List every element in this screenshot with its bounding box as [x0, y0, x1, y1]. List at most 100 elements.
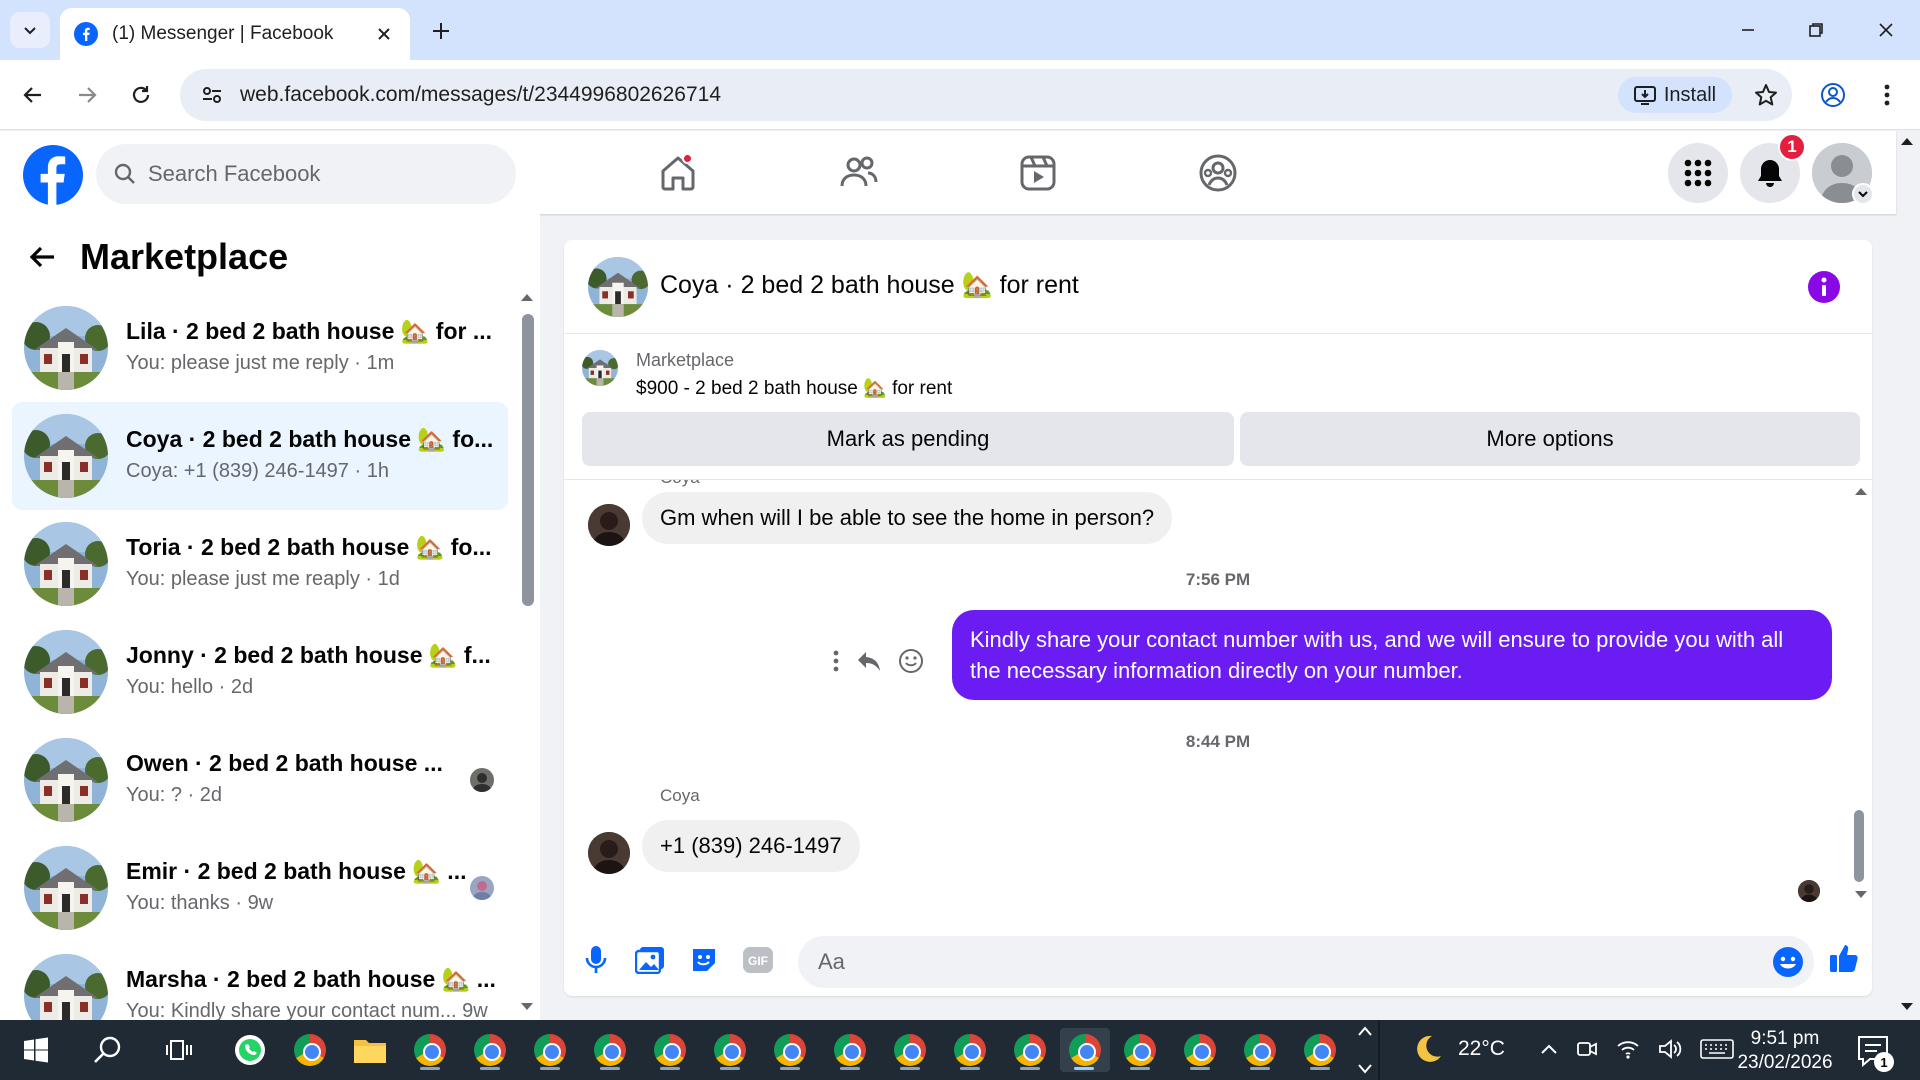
attach-photo-button[interactable]	[634, 944, 666, 976]
chevron-down-icon	[1358, 1064, 1372, 1074]
taskbar-whatsapp[interactable]	[226, 1028, 274, 1072]
new-tab-button[interactable]	[424, 14, 458, 48]
voice-clip-button[interactable]	[580, 944, 612, 976]
chat-title[interactable]: Coya · 2 bed 2 bath house 🏡 for rent	[660, 271, 1079, 300]
scroll-down-arrow-icon[interactable]	[1854, 890, 1868, 900]
incoming-message-bubble[interactable]: +1 (839) 246-1497	[642, 820, 860, 872]
conversation-item-active[interactable]: Coya · 2 bed 2 bath house 🏡 fo... Coya: …	[12, 402, 508, 510]
close-tab-icon[interactable]	[372, 22, 396, 46]
taskbar-scroll-buttons[interactable]	[1356, 1026, 1374, 1074]
keyboard-icon[interactable]	[1700, 1039, 1734, 1059]
wifi-icon[interactable]	[1616, 1038, 1640, 1060]
forward-button[interactable]	[68, 76, 106, 114]
react-emoji-icon[interactable]	[898, 648, 924, 674]
taskbar-chrome-profile-active[interactable]	[1060, 1028, 1110, 1072]
sender-name: Coya	[660, 786, 700, 805]
taskbar-file-explorer[interactable]	[346, 1028, 394, 1072]
chat-listing-thumbnail[interactable]	[588, 257, 648, 317]
install-app-button[interactable]: Install	[1618, 77, 1732, 113]
taskbar-chrome-profile[interactable]	[406, 1028, 454, 1072]
facebook-header: Search Facebook 1	[0, 131, 1896, 214]
outgoing-message-bubble[interactable]: Kindly share your contact number with us…	[952, 610, 1832, 700]
taskbar-chrome-profile[interactable]	[826, 1028, 874, 1072]
running-indicator	[540, 1067, 560, 1070]
reply-icon[interactable]	[856, 650, 882, 672]
facebook-logo-icon[interactable]	[23, 145, 83, 205]
scroll-up-arrow-icon[interactable]	[1854, 486, 1868, 496]
message-input[interactable]: Aa	[798, 936, 1814, 988]
minimize-button[interactable]	[1726, 12, 1770, 48]
address-bar[interactable]: web.facebook.com/messages/t/234499680262…	[180, 69, 1792, 121]
nav-friends[interactable]	[828, 147, 888, 199]
taskbar-chrome-profile[interactable]	[1116, 1028, 1164, 1072]
send-like-button[interactable]	[1826, 940, 1862, 976]
incoming-message-bubble[interactable]: Gm when will I be able to see the home i…	[642, 492, 1173, 544]
taskbar-chrome-profile[interactable]	[1296, 1028, 1344, 1072]
profile-account-icon[interactable]	[1814, 76, 1852, 114]
taskbar-chrome-profile[interactable]	[1006, 1028, 1054, 1072]
conversation-item[interactable]: Toria · 2 bed 2 bath house 🏡 fo... You: …	[12, 510, 508, 618]
conversation-item[interactable]: Emir · 2 bed 2 bath house 🏡 ... You: tha…	[12, 834, 508, 942]
back-button[interactable]	[14, 76, 52, 114]
taskbar-clock[interactable]: 9:51 pm 23/02/2026	[1730, 1027, 1840, 1075]
taskbar-chrome-profile[interactable]	[586, 1028, 634, 1072]
start-button[interactable]	[12, 1028, 60, 1072]
sender-avatar[interactable]	[588, 832, 630, 874]
taskbar-chrome-profile[interactable]	[766, 1028, 814, 1072]
reload-button[interactable]	[122, 76, 160, 114]
url-text[interactable]: web.facebook.com/messages/t/234499680262…	[240, 83, 1618, 107]
conversation-item[interactable]: Jonny · 2 bed 2 bath house 🏡 f... You: h…	[12, 618, 508, 726]
weather-widget[interactable]: 22°C	[1410, 1032, 1505, 1066]
facebook-search-input[interactable]: Search Facebook	[96, 144, 516, 204]
page-scroll-up-icon[interactable]	[1900, 136, 1914, 146]
browser-tab-messenger[interactable]: (1) Messenger | Facebook	[60, 8, 410, 60]
scroll-up-arrow-icon[interactable]	[520, 292, 534, 302]
nav-home[interactable]	[648, 147, 708, 199]
conversation-info-button[interactable]	[1808, 271, 1840, 303]
menu-grid-button[interactable]	[1668, 143, 1728, 203]
nav-groups[interactable]	[1188, 147, 1248, 199]
taskbar-chrome-profile[interactable]	[646, 1028, 694, 1072]
photo-icon	[635, 947, 664, 974]
more-vertical-icon[interactable]	[832, 650, 840, 672]
tab-search-button[interactable]	[10, 12, 50, 48]
listing-price-title[interactable]: $900 - 2 bed 2 bath house 🏡 for rent	[636, 376, 952, 400]
conversation-item[interactable]: Owen · 2 bed 2 bath house ... You: ? · 2…	[12, 726, 508, 834]
account-chevron-icon[interactable]	[1852, 183, 1874, 205]
taskbar-chrome-profile[interactable]	[526, 1028, 574, 1072]
site-info-icon[interactable]	[198, 81, 226, 109]
restore-button[interactable]	[1794, 12, 1838, 48]
chevron-up-icon[interactable]	[1540, 1043, 1558, 1055]
speaker-icon[interactable]	[1658, 1038, 1682, 1060]
taskbar-chrome-profile[interactable]	[946, 1028, 994, 1072]
sender-avatar[interactable]	[588, 504, 630, 546]
bookmark-star-icon[interactable]	[1746, 75, 1786, 115]
taskbar-search-button[interactable]	[84, 1028, 132, 1072]
conversation-list-scrollbar[interactable]	[522, 314, 534, 606]
bell-icon	[1758, 160, 1782, 187]
close-window-button[interactable]	[1864, 12, 1908, 48]
listing-thumbnail[interactable]	[582, 350, 618, 386]
scroll-down-arrow-icon[interactable]	[520, 1002, 534, 1012]
emoji-icon[interactable]	[1772, 946, 1804, 978]
meet-now-icon[interactable]	[1576, 1038, 1598, 1060]
gif-button[interactable]: GIF	[742, 944, 774, 976]
task-view-button[interactable]	[156, 1028, 204, 1072]
page-scroll-down-icon[interactable]	[1900, 1002, 1914, 1012]
arrow-left-icon[interactable]	[28, 242, 58, 272]
taskbar-chrome-profile[interactable]	[466, 1028, 514, 1072]
mark-as-pending-button[interactable]: Mark as pending	[582, 412, 1234, 466]
taskbar-chrome-profile[interactable]	[886, 1028, 934, 1072]
taskbar-chrome[interactable]	[286, 1028, 334, 1072]
taskbar-chrome-profile[interactable]	[1236, 1028, 1284, 1072]
sticker-button[interactable]	[688, 944, 720, 976]
listing-thumbnail	[24, 414, 108, 498]
browser-menu-icon[interactable]	[1868, 76, 1906, 114]
nav-video[interactable]	[1008, 147, 1068, 199]
conversation-item[interactable]: Lila · 2 bed 2 bath house 🏡 for ... You:…	[12, 294, 508, 402]
message-thread-scrollbar[interactable]	[1854, 810, 1864, 882]
taskbar-chrome-profile[interactable]	[1176, 1028, 1224, 1072]
chrome-icon	[474, 1034, 506, 1066]
more-options-button[interactable]: More options	[1240, 412, 1860, 466]
taskbar-chrome-profile[interactable]	[706, 1028, 754, 1072]
